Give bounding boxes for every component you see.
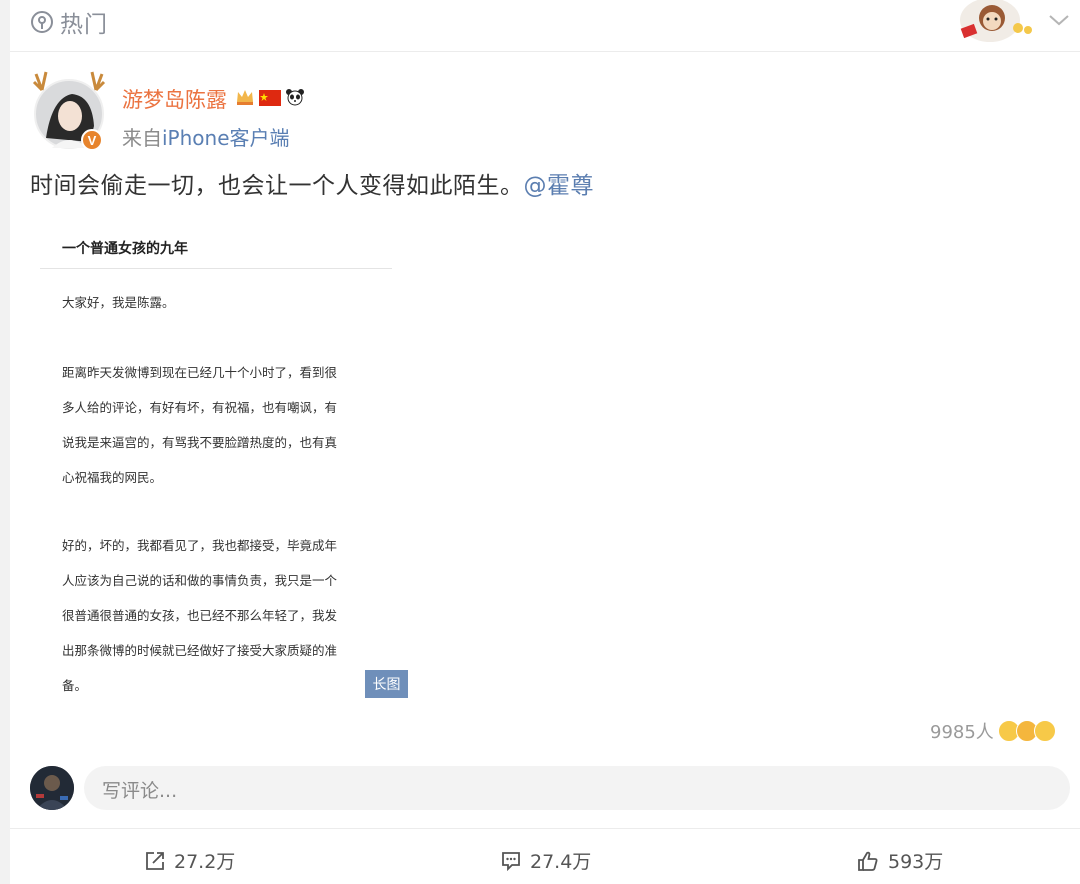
crown-badge-icon — [235, 87, 255, 111]
image-line: 备。 — [62, 678, 88, 693]
like-button[interactable]: 593万 — [856, 847, 943, 874]
image-line: 距离昨天发微博到现在已经几十个小时了，看到很 — [62, 365, 338, 380]
author-name[interactable]: 游梦岛陈露 — [122, 84, 305, 114]
comment-icon — [502, 851, 520, 871]
reactions-summary[interactable]: 9985人 — [930, 718, 1056, 744]
comment-input[interactable]: 写评论... — [84, 766, 1070, 810]
repost-button[interactable]: 27.2万 — [144, 847, 235, 874]
mention-link[interactable]: @霍尊 — [524, 173, 595, 199]
comment-placeholder: 写评论... — [102, 780, 178, 802]
source-device[interactable]: iPhone客户端 — [162, 126, 290, 150]
comment-count: 27.4万 — [530, 851, 592, 873]
image-title: 一个普通女孩的九年 — [62, 241, 188, 257]
image-line: 出那条微博的时候就已经做好了接受大家质疑的准 — [62, 643, 338, 658]
image-line: 很普通很普通的女孩，也已经不那么年轻了，我发 — [62, 608, 338, 623]
svg-text:V: V — [88, 133, 97, 148]
author-avatar[interactable]: V — [32, 68, 112, 152]
hot-tab[interactable]: 热门 — [30, 6, 108, 38]
image-line: 大家好，我是陈露。 — [62, 295, 175, 310]
source-prefix: 来自 — [122, 126, 162, 150]
image-line: 好的，坏的，我都看见了，我也都接受，毕竟成年 — [62, 538, 338, 553]
post-source: 来自iPhone客户端 — [122, 122, 290, 151]
post-text: 时间会偷走一切，也会让一个人变得如此陌生。@霍尊 — [30, 166, 594, 200]
weibo-post-card: 热门 V 游梦岛陈露 来自iPhone客户端 时间会偷走一切，也会让一个人变得如… — [10, 0, 1080, 884]
thumbs-up-icon — [858, 851, 878, 871]
action-bar: 27.2万 27.4万 593万 — [10, 828, 1080, 884]
share-icon — [146, 851, 164, 870]
image-line: 说我是来逼宫的，有骂我不要脸蹭热度的，也有真 — [62, 435, 338, 450]
hot-tab-label: 热门 — [60, 12, 108, 38]
image-line: 人应该为自己说的话和做的事情负责，我只是一个 — [62, 573, 338, 588]
long-image-tag: 长图 — [365, 670, 408, 698]
image-divider — [40, 268, 392, 269]
user-avatar[interactable] — [30, 766, 74, 810]
panda-icon — [285, 87, 305, 111]
image-line: 多人给的评论，有好有坏，有祝福，也有嘲讽，有 — [62, 400, 338, 415]
monkey-decoration-icon — [940, 0, 1040, 46]
laugh-emoji-icon — [1033, 720, 1056, 742]
reactions-count: 9985人 — [930, 722, 994, 743]
chevron-down-icon[interactable] — [1046, 10, 1072, 30]
like-count: 593万 — [888, 851, 944, 873]
location-pin-icon — [30, 10, 54, 34]
top-bar: 热门 — [10, 0, 1080, 52]
image-line: 心祝福我的网民。 — [62, 470, 163, 485]
author-name-text: 游梦岛陈露 — [122, 88, 227, 112]
comment-button[interactable]: 27.4万 — [500, 847, 591, 874]
long-image[interactable]: 一个普通女孩的九年 大家好，我是陈露。 距离昨天发微博到现在已经几十个小时了，看… — [30, 222, 408, 700]
post-body: 时间会偷走一切，也会让一个人变得如此陌生。 — [30, 173, 524, 199]
china-flag-icon — [259, 87, 281, 111]
repost-count: 27.2万 — [174, 851, 236, 873]
